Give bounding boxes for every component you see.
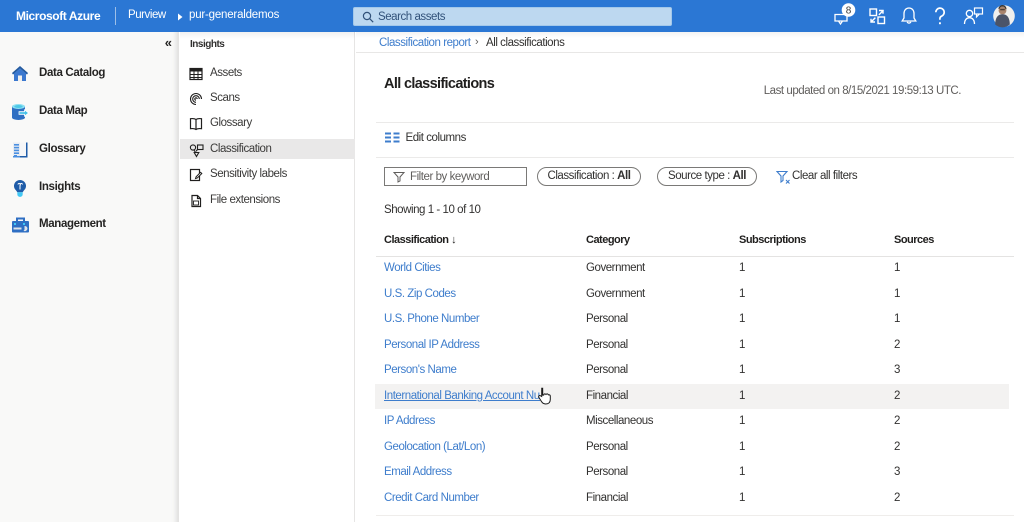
svg-text:8: 8 bbox=[846, 6, 852, 17]
